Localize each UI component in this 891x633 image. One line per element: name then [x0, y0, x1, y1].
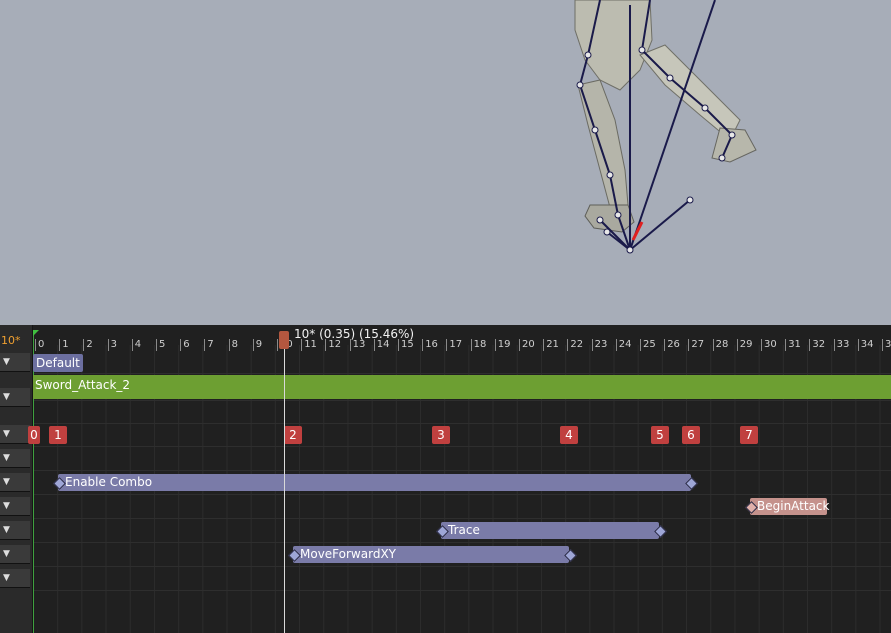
- notify-track-1-dropdown[interactable]: ▼: [0, 449, 30, 468]
- section-marker-0[interactable]: 0: [28, 426, 40, 444]
- section-marker-3[interactable]: 3: [432, 426, 450, 444]
- montage-segment-label: Sword_Attack_2: [35, 378, 131, 392]
- track-header-column: 10* ▼ ▼ ▼ ▼ ▼ ▼ ▼ ▼ ▼: [0, 325, 33, 633]
- notify-track-5-dropdown[interactable]: ▼: [0, 545, 30, 564]
- chevron-down-icon: ▼: [3, 501, 10, 511]
- ruler-tick-label: 9: [252, 339, 278, 351]
- notify-track-6-dropdown[interactable]: ▼: [0, 569, 30, 588]
- montage-track-dropdown[interactable]: ▼: [0, 388, 30, 407]
- row-divider: [33, 373, 891, 374]
- row-divider: [33, 542, 891, 543]
- ruler-tick-label: 32: [809, 339, 834, 351]
- chevron-down-icon: ▼: [3, 477, 10, 487]
- notify-track-3-dropdown[interactable]: ▼: [0, 497, 30, 516]
- ruler-tick-label: 18: [470, 339, 496, 351]
- notify-track-4-dropdown[interactable]: ▼: [0, 521, 30, 540]
- row-divider: [33, 423, 891, 424]
- notify-state-move-forward[interactable]: MoveForwardXY: [293, 546, 569, 563]
- ruler-tick-label: 3: [107, 339, 133, 351]
- chevron-down-icon: ▼: [3, 573, 10, 583]
- montage-timeline-panel[interactable]: 10* ▼ ▼ ▼ ▼ ▼ ▼ ▼ ▼ ▼ 012345678910111213…: [0, 325, 891, 633]
- ruler-tick-label: 22: [567, 339, 592, 351]
- ruler-tick-label: 8: [228, 339, 254, 351]
- slot-name-label[interactable]: Default: [33, 354, 83, 372]
- row-divider: [33, 494, 891, 495]
- section-marker-4[interactable]: 4: [560, 426, 578, 444]
- frame-ruler[interactable]: 0123456789101112131415161718192021222324…: [33, 339, 891, 353]
- chevron-down-icon: ▼: [3, 392, 10, 402]
- ruler-tick-label: 25: [640, 339, 665, 351]
- ruler-tick-label: 34: [857, 339, 883, 351]
- ruler-tick-label: 17: [446, 339, 471, 351]
- row-divider: [33, 400, 891, 401]
- ruler-tick-label: 4: [131, 339, 157, 351]
- ruler-tick-label: 16: [422, 339, 447, 351]
- notify-begin-attack[interactable]: BeginAttack: [750, 498, 829, 515]
- ruler-tick-label: 0: [35, 339, 60, 351]
- ruler-tick-label: 23: [591, 339, 617, 351]
- 3d-viewport[interactable]: [0, 0, 891, 325]
- playhead-time-label: 10* (0.35) (15.46%): [294, 327, 415, 341]
- row-divider: [33, 518, 891, 519]
- chevron-down-icon: ▼: [3, 525, 10, 535]
- row-divider: [33, 446, 891, 447]
- section-marker-7[interactable]: 7: [740, 426, 758, 444]
- ruler-tick-label: 19: [494, 339, 520, 351]
- section-marker-5[interactable]: 5: [651, 426, 669, 444]
- ruler-tick-label: 20: [519, 339, 544, 351]
- chevron-down-icon: ▼: [3, 429, 10, 439]
- character-skeleton-preview: [574, 0, 757, 254]
- ruler-tick-label: 24: [615, 339, 641, 351]
- section-marker-6[interactable]: 6: [682, 426, 700, 444]
- playhead-handle[interactable]: [279, 331, 289, 349]
- chevron-down-icon: ▼: [3, 549, 10, 559]
- sections-track-dropdown[interactable]: ▼: [0, 425, 30, 444]
- chevron-down-icon: ▼: [3, 453, 10, 463]
- slot-track-dropdown[interactable]: ▼: [0, 353, 30, 372]
- ruler-tick-label: 21: [543, 339, 568, 351]
- ruler-tick-label: 1: [59, 339, 84, 351]
- ruler-tick-label: 31: [785, 339, 810, 351]
- start-frame-flag-icon: [33, 330, 39, 336]
- chevron-down-icon: ▼: [3, 357, 10, 367]
- current-frame-readout: 10*: [1, 334, 21, 347]
- ruler-tick-label: 35: [882, 339, 891, 351]
- section-marker-1[interactable]: 1: [49, 426, 67, 444]
- montage-segment-bar[interactable]: Sword_Attack_2: [33, 375, 891, 399]
- ruler-tick-label: 29: [736, 339, 762, 351]
- ruler-tick-label: 26: [664, 339, 689, 351]
- notify-state-trace[interactable]: Trace: [441, 522, 659, 539]
- ruler-tick-label: 5: [156, 339, 181, 351]
- ruler-tick-label: 7: [204, 339, 229, 351]
- ruler-tick-label: 2: [83, 339, 108, 351]
- notify-state-enable-combo[interactable]: Enable Combo: [58, 474, 691, 491]
- row-divider: [33, 566, 891, 567]
- ruler-tick-label: 30: [761, 339, 786, 351]
- row-divider: [33, 590, 891, 591]
- playhead-line: [284, 343, 285, 633]
- ruler-tick-label: 6: [180, 339, 205, 351]
- section-marker-2[interactable]: 2: [284, 426, 302, 444]
- row-divider: [33, 470, 891, 471]
- ruler-tick-label: 28: [712, 339, 738, 351]
- ruler-tick-label: 27: [688, 339, 713, 351]
- ruler-tick-label: 33: [833, 339, 859, 351]
- notify-track-2-dropdown[interactable]: ▼: [0, 473, 30, 492]
